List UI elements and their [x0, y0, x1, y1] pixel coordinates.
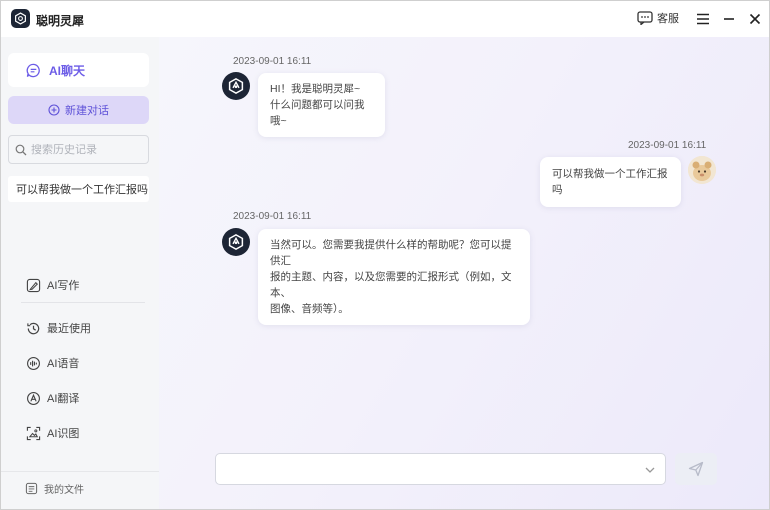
history-item[interactable]: 可以帮我做一个工作汇报吗 [8, 176, 149, 202]
sidebar: AI聊天 新建对话 可以帮我做一个工作汇报吗 AI写作 最近使用 [1, 37, 159, 509]
title-bar: 聪明灵犀 客服 [1, 1, 769, 37]
voice-icon [25, 355, 41, 371]
user-avatar [688, 156, 716, 184]
sidebar-item-ai-translate[interactable]: AI翻译 [25, 388, 79, 408]
recent-icon [25, 320, 41, 336]
minimize-icon [724, 18, 734, 20]
app-window: 聪明灵犀 客服 AI聊天 新建对话 可以帮我做一个工作汇报吗 [0, 0, 770, 510]
sidebar-item-ai-image-recognition[interactable]: AI识图 [25, 423, 79, 443]
message-line: 当然可以。您需要我提供什么样的帮助呢？您可以提供汇 [270, 239, 512, 267]
plus-circle-icon [48, 104, 60, 116]
file-icon [25, 482, 38, 495]
sidebar-item-ai-chat[interactable]: AI聊天 [8, 53, 149, 87]
search-icon [15, 144, 27, 155]
app-logo-icon [11, 9, 30, 28]
menu-button[interactable] [693, 9, 713, 29]
message-line: 可以帮我做一个工作汇报吗 [552, 168, 668, 196]
customer-service-label: 客服 [657, 13, 679, 25]
chat-icon [26, 63, 40, 77]
new-chat-label: 新建对话 [65, 105, 109, 117]
user-avatar-icon [688, 156, 716, 184]
close-icon [749, 13, 761, 25]
app-title: 聪明灵犀 [36, 14, 85, 28]
divider [1, 471, 159, 472]
bot-avatar-icon [222, 228, 250, 256]
sidebar-item-recent[interactable]: 最近使用 [25, 318, 91, 338]
send-button[interactable] [675, 453, 717, 485]
sidebar-item-label: AI写作 [47, 280, 80, 292]
bot-message-bubble: HI！我是聪明灵犀~ 什么问题都可以问我哦~ [258, 73, 385, 137]
sidebar-item-ai-voice[interactable]: AI语音 [25, 353, 79, 373]
bot-message-bubble: 当然可以。您需要我提供什么样的帮助呢？您可以提供汇 报的主题、内容，以及您需要的… [258, 229, 530, 325]
close-button[interactable] [745, 9, 765, 29]
message-line: 图像、音频等）。 [270, 303, 349, 315]
sidebar-item-ai-writing[interactable]: AI写作 [25, 275, 79, 295]
chevron-down-icon[interactable] [643, 463, 657, 477]
image-recognition-icon [25, 425, 41, 441]
hamburger-icon [697, 13, 709, 25]
ai-writing-icon [25, 277, 41, 293]
message-line: HI！我是聪明灵犀~ [270, 83, 361, 95]
history-search [8, 135, 149, 164]
message-line: 什么问题都可以问我哦~ [270, 99, 365, 127]
message-input[interactable] [224, 461, 634, 479]
send-icon [688, 461, 704, 477]
bot-avatar-icon [222, 72, 250, 100]
history-search-input[interactable] [31, 143, 141, 156]
chat-bubble-icon [637, 11, 653, 25]
message-input-box [215, 453, 666, 485]
sidebar-item-label: AI语音 [47, 358, 80, 370]
new-chat-button[interactable]: 新建对话 [8, 96, 149, 124]
sidebar-item-label: AI聊天 [49, 63, 86, 78]
my-files-label: 我的文件 [44, 485, 84, 496]
customer-service-button[interactable]: 客服 [637, 10, 679, 26]
sidebar-item-label: AI翻译 [47, 393, 80, 405]
my-files-button[interactable]: 我的文件 [25, 481, 84, 496]
divider [21, 302, 145, 303]
sidebar-item-label: 最近使用 [47, 323, 91, 335]
message-timestamp: 2023-09-01 16:11 [233, 56, 312, 67]
message-line: 报的主题、内容，以及您需要的汇报形式（例如，文本、 [270, 271, 512, 299]
sidebar-item-label: AI识图 [47, 428, 80, 440]
message-timestamp: 2023-09-01 16:11 [233, 211, 312, 222]
minimize-button[interactable] [719, 9, 739, 29]
user-message-bubble: 可以帮我做一个工作汇报吗 [540, 157, 681, 207]
translate-icon [25, 390, 41, 406]
message-timestamp: 2023-09-01 16:11 [628, 140, 707, 151]
